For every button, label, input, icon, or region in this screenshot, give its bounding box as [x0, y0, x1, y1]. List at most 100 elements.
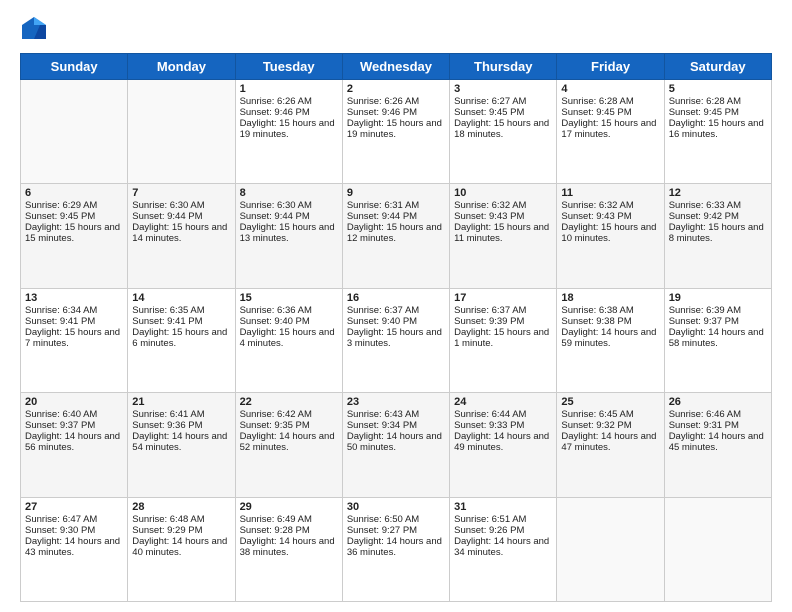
- day-info-line: Daylight: 15 hours and 13 minutes.: [240, 222, 338, 244]
- day-info-line: Sunset: 9:41 PM: [132, 316, 230, 327]
- day-number: 19: [669, 292, 767, 304]
- calendar-table: SundayMondayTuesdayWednesdayThursdayFrid…: [20, 53, 772, 602]
- day-number: 11: [561, 187, 659, 199]
- calendar-cell: 19Sunrise: 6:39 AMSunset: 9:37 PMDayligh…: [664, 288, 771, 392]
- day-info-line: Sunset: 9:45 PM: [25, 211, 123, 222]
- day-number: 14: [132, 292, 230, 304]
- day-info-line: Sunrise: 6:33 AM: [669, 200, 767, 211]
- calendar-cell: [557, 497, 664, 601]
- day-number: 5: [669, 83, 767, 95]
- day-number: 2: [347, 83, 445, 95]
- day-number: 16: [347, 292, 445, 304]
- day-info-line: Sunrise: 6:30 AM: [132, 200, 230, 211]
- col-header-wednesday: Wednesday: [342, 54, 449, 80]
- day-info-line: Sunrise: 6:37 AM: [347, 305, 445, 316]
- day-info-line: Sunset: 9:44 PM: [240, 211, 338, 222]
- day-info-line: Sunset: 9:43 PM: [454, 211, 552, 222]
- day-number: 29: [240, 501, 338, 513]
- calendar-cell: 24Sunrise: 6:44 AMSunset: 9:33 PMDayligh…: [450, 393, 557, 497]
- calendar-cell: 2Sunrise: 6:26 AMSunset: 9:46 PMDaylight…: [342, 80, 449, 184]
- day-info-line: Daylight: 14 hours and 49 minutes.: [454, 431, 552, 453]
- calendar-cell: 28Sunrise: 6:48 AMSunset: 9:29 PMDayligh…: [128, 497, 235, 601]
- calendar-cell: 10Sunrise: 6:32 AMSunset: 9:43 PMDayligh…: [450, 184, 557, 288]
- day-number: 15: [240, 292, 338, 304]
- day-info-line: Sunrise: 6:39 AM: [669, 305, 767, 316]
- day-info-line: Sunrise: 6:42 AM: [240, 409, 338, 420]
- day-info-line: Daylight: 15 hours and 4 minutes.: [240, 327, 338, 349]
- day-number: 22: [240, 396, 338, 408]
- day-info-line: Sunset: 9:36 PM: [132, 420, 230, 431]
- day-info-line: Sunrise: 6:46 AM: [669, 409, 767, 420]
- calendar-cell: 20Sunrise: 6:40 AMSunset: 9:37 PMDayligh…: [21, 393, 128, 497]
- day-info-line: Sunset: 9:41 PM: [25, 316, 123, 327]
- day-info-line: Daylight: 14 hours and 47 minutes.: [561, 431, 659, 453]
- calendar-cell: 7Sunrise: 6:30 AMSunset: 9:44 PMDaylight…: [128, 184, 235, 288]
- day-info-line: Sunset: 9:38 PM: [561, 316, 659, 327]
- day-info-line: Sunset: 9:45 PM: [669, 107, 767, 118]
- calendar-cell: 3Sunrise: 6:27 AMSunset: 9:45 PMDaylight…: [450, 80, 557, 184]
- day-info-line: Daylight: 14 hours and 36 minutes.: [347, 536, 445, 558]
- calendar-cell: 30Sunrise: 6:50 AMSunset: 9:27 PMDayligh…: [342, 497, 449, 601]
- day-info-line: Sunrise: 6:32 AM: [454, 200, 552, 211]
- day-info-line: Daylight: 14 hours and 59 minutes.: [561, 327, 659, 349]
- day-info-line: Sunset: 9:37 PM: [669, 316, 767, 327]
- day-info-line: Daylight: 15 hours and 19 minutes.: [347, 118, 445, 140]
- calendar-cell: [128, 80, 235, 184]
- day-info-line: Sunrise: 6:47 AM: [25, 514, 123, 525]
- day-info-line: Sunrise: 6:26 AM: [347, 96, 445, 107]
- calendar-cell: 18Sunrise: 6:38 AMSunset: 9:38 PMDayligh…: [557, 288, 664, 392]
- day-info-line: Sunrise: 6:29 AM: [25, 200, 123, 211]
- day-number: 23: [347, 396, 445, 408]
- day-info-line: Sunrise: 6:45 AM: [561, 409, 659, 420]
- day-info-line: Sunrise: 6:36 AM: [240, 305, 338, 316]
- day-number: 27: [25, 501, 123, 513]
- day-info-line: Daylight: 15 hours and 1 minute.: [454, 327, 552, 349]
- day-number: 3: [454, 83, 552, 95]
- day-info-line: Sunset: 9:31 PM: [669, 420, 767, 431]
- day-info-line: Daylight: 15 hours and 17 minutes.: [561, 118, 659, 140]
- day-info-line: Daylight: 15 hours and 7 minutes.: [25, 327, 123, 349]
- calendar-cell: [664, 497, 771, 601]
- day-number: 8: [240, 187, 338, 199]
- day-info-line: Sunset: 9:32 PM: [561, 420, 659, 431]
- day-info-line: Daylight: 15 hours and 19 minutes.: [240, 118, 338, 140]
- day-info-line: Sunrise: 6:49 AM: [240, 514, 338, 525]
- col-header-tuesday: Tuesday: [235, 54, 342, 80]
- day-info-line: Sunset: 9:39 PM: [454, 316, 552, 327]
- day-info-line: Sunrise: 6:28 AM: [669, 96, 767, 107]
- calendar-cell: 14Sunrise: 6:35 AMSunset: 9:41 PMDayligh…: [128, 288, 235, 392]
- col-header-sunday: Sunday: [21, 54, 128, 80]
- day-info-line: Daylight: 15 hours and 10 minutes.: [561, 222, 659, 244]
- day-number: 4: [561, 83, 659, 95]
- day-info-line: Sunrise: 6:35 AM: [132, 305, 230, 316]
- day-number: 30: [347, 501, 445, 513]
- day-number: 26: [669, 396, 767, 408]
- calendar-cell: 12Sunrise: 6:33 AMSunset: 9:42 PMDayligh…: [664, 184, 771, 288]
- calendar-cell: 27Sunrise: 6:47 AMSunset: 9:30 PMDayligh…: [21, 497, 128, 601]
- day-info-line: Sunrise: 6:34 AM: [25, 305, 123, 316]
- day-info-line: Daylight: 15 hours and 8 minutes.: [669, 222, 767, 244]
- day-info-line: Daylight: 15 hours and 11 minutes.: [454, 222, 552, 244]
- day-info-line: Sunset: 9:45 PM: [454, 107, 552, 118]
- calendar-cell: 8Sunrise: 6:30 AMSunset: 9:44 PMDaylight…: [235, 184, 342, 288]
- day-number: 10: [454, 187, 552, 199]
- calendar-cell: 23Sunrise: 6:43 AMSunset: 9:34 PMDayligh…: [342, 393, 449, 497]
- calendar-cell: 6Sunrise: 6:29 AMSunset: 9:45 PMDaylight…: [21, 184, 128, 288]
- day-info-line: Daylight: 14 hours and 40 minutes.: [132, 536, 230, 558]
- day-info-line: Daylight: 14 hours and 58 minutes.: [669, 327, 767, 349]
- calendar-cell: 31Sunrise: 6:51 AMSunset: 9:26 PMDayligh…: [450, 497, 557, 601]
- day-info-line: Sunrise: 6:30 AM: [240, 200, 338, 211]
- day-info-line: Daylight: 14 hours and 38 minutes.: [240, 536, 338, 558]
- day-info-line: Sunset: 9:35 PM: [240, 420, 338, 431]
- day-number: 1: [240, 83, 338, 95]
- day-info-line: Daylight: 15 hours and 12 minutes.: [347, 222, 445, 244]
- calendar-cell: 25Sunrise: 6:45 AMSunset: 9:32 PMDayligh…: [557, 393, 664, 497]
- calendar-cell: 11Sunrise: 6:32 AMSunset: 9:43 PMDayligh…: [557, 184, 664, 288]
- day-info-line: Sunrise: 6:40 AM: [25, 409, 123, 420]
- col-header-friday: Friday: [557, 54, 664, 80]
- logo-icon: [20, 15, 48, 43]
- day-info-line: Sunrise: 6:28 AM: [561, 96, 659, 107]
- calendar-cell: 1Sunrise: 6:26 AMSunset: 9:46 PMDaylight…: [235, 80, 342, 184]
- calendar-cell: 29Sunrise: 6:49 AMSunset: 9:28 PMDayligh…: [235, 497, 342, 601]
- calendar-cell: 21Sunrise: 6:41 AMSunset: 9:36 PMDayligh…: [128, 393, 235, 497]
